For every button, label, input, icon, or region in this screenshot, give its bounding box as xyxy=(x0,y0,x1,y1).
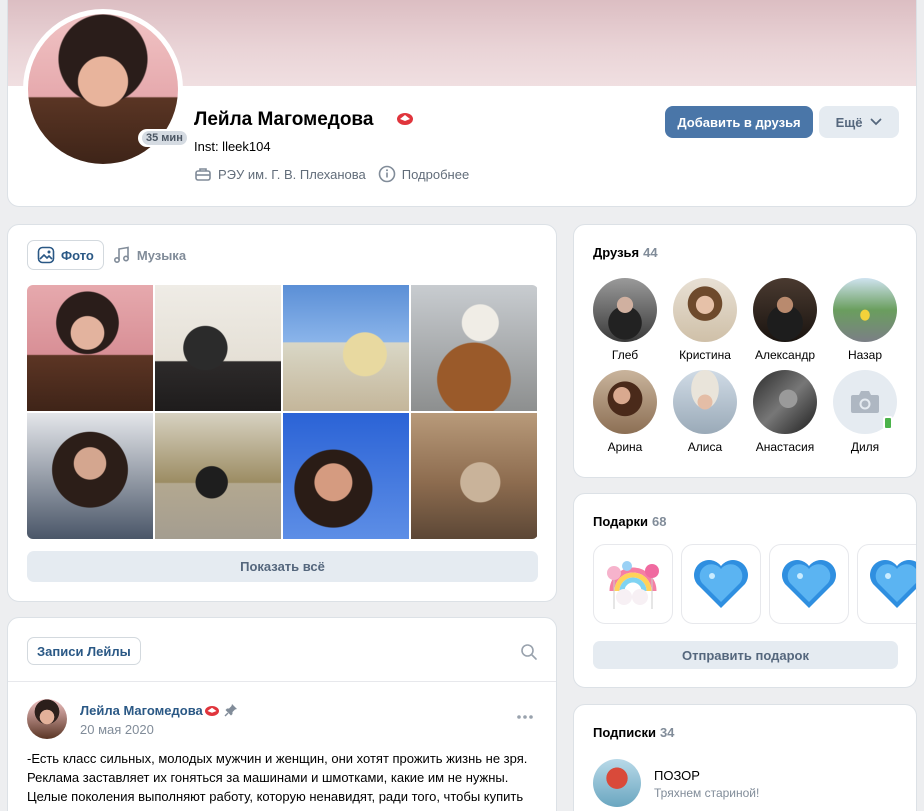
gifts-title[interactable]: Подарки 68 xyxy=(593,514,667,529)
gift-item[interactable] xyxy=(593,544,673,624)
friend-name: Арина xyxy=(607,440,643,454)
blue-heart-gift-icon xyxy=(782,560,836,608)
tab-photos[interactable]: Фото xyxy=(27,240,104,270)
friend-name: Диля xyxy=(850,440,880,454)
more-horizontal-icon[interactable] xyxy=(516,714,534,720)
subscriptions-title-label: Подписки xyxy=(593,725,656,740)
tab-music[interactable]: Музыка xyxy=(104,240,195,270)
gifts-count: 68 xyxy=(652,514,667,529)
friend-name: Назар xyxy=(847,348,883,362)
friend-item[interactable]: Александр xyxy=(753,278,817,362)
details-link[interactable]: Подробнее xyxy=(378,165,469,183)
friend-item[interactable]: Арина xyxy=(593,370,657,454)
tab-wall-posts[interactable]: Записи Лейлы xyxy=(27,637,141,665)
photo-thumbnail[interactable] xyxy=(27,285,153,411)
photo-thumbnail[interactable] xyxy=(155,413,281,539)
friend-avatar[interactable] xyxy=(753,370,817,434)
subscriptions-block: Подписки 34 ПОЗОР Тряхнем стариной! xyxy=(573,704,917,811)
gifts-title-label: Подарки xyxy=(593,514,649,529)
rainbow-balloons-gift-icon xyxy=(607,561,659,609)
friends-title-label: Друзья xyxy=(593,245,640,260)
mobile-online-indicator xyxy=(883,416,893,430)
photo-thumbnail[interactable] xyxy=(283,413,409,539)
subscriptions-count: 34 xyxy=(659,725,675,740)
friends-count: 44 xyxy=(643,245,658,260)
divider xyxy=(8,681,556,682)
subscription-description: Тряхнем стариной! xyxy=(654,786,760,800)
info-icon xyxy=(378,165,396,183)
gift-item[interactable] xyxy=(769,544,849,624)
friend-item[interactable]: Диля xyxy=(833,370,897,454)
blue-heart-gift-icon xyxy=(694,560,748,608)
university-item[interactable]: РЭУ им. Г. В. Плеханова xyxy=(194,166,366,182)
friend-avatar[interactable] xyxy=(673,278,737,342)
media-tabs: Фото Музыка xyxy=(27,240,195,270)
subscriptions-title[interactable]: Подписки 34 xyxy=(593,725,674,740)
pin-icon xyxy=(224,704,237,717)
wall-block: Записи Лейлы Лейла Магомедова 20 мая 202… xyxy=(7,617,557,811)
tab-music-label: Музыка xyxy=(136,247,187,263)
friends-title[interactable]: Друзья 44 xyxy=(593,245,658,260)
details-label: Подробнее xyxy=(401,166,470,182)
post-text: -Есть класс сильных, молодых мужчин и же… xyxy=(27,751,528,811)
photo-grid xyxy=(27,285,538,539)
search-icon[interactable] xyxy=(520,643,538,661)
gifts-block: Подарки 68 Отправить подарок xyxy=(573,493,917,688)
profile-info-row: РЭУ им. Г. В. Плеханова Подробнее xyxy=(194,165,481,183)
friend-name: Глеб xyxy=(611,348,639,362)
more-button-label: Ещё xyxy=(835,114,863,130)
friend-avatar[interactable] xyxy=(833,278,897,342)
subscription-name[interactable]: ПОЗОР xyxy=(654,768,700,783)
send-gift-button[interactable]: Отправить подарок xyxy=(593,641,898,669)
post-date[interactable]: 20 мая 2020 xyxy=(80,722,154,737)
tab-photos-label: Фото xyxy=(61,247,94,263)
friend-avatar[interactable] xyxy=(593,278,657,342)
friend-name: Анастасия xyxy=(755,440,815,454)
profile-status: Inst: lleek104 xyxy=(194,139,271,154)
blue-heart-gift-icon xyxy=(870,560,916,608)
online-status-text: 35 мин xyxy=(142,131,187,145)
university-label: РЭУ им. Г. В. Плеханова xyxy=(218,166,366,182)
friends-grid: Глеб Кристина Александр Назар Арина Алис… xyxy=(593,278,897,454)
spartak-emoji-icon xyxy=(205,706,219,716)
friend-name: Алиса xyxy=(687,440,723,454)
friend-item[interactable]: Анастасия xyxy=(753,370,817,454)
gifts-row xyxy=(593,544,916,624)
friends-block: Друзья 44 Глеб Кристина Александр Назар А… xyxy=(573,224,917,478)
post-author-name[interactable]: Лейла Магомедова xyxy=(80,703,203,718)
spartak-emoji-icon xyxy=(397,113,413,125)
image-icon xyxy=(37,246,55,264)
photo-thumbnail[interactable] xyxy=(27,413,153,539)
photo-thumbnail[interactable] xyxy=(283,285,409,411)
education-icon xyxy=(195,168,211,181)
friend-item[interactable]: Алиса xyxy=(673,370,737,454)
chevron-down-icon xyxy=(871,118,882,126)
gift-item[interactable] xyxy=(681,544,761,624)
friend-name: Кристина xyxy=(679,348,731,362)
friend-avatar[interactable] xyxy=(673,370,737,434)
photo-thumbnail[interactable] xyxy=(155,285,281,411)
add-friend-button[interactable]: Добавить в друзья xyxy=(665,106,813,138)
show-all-photos-button[interactable]: Показать всё xyxy=(27,551,538,582)
friend-item[interactable]: Глеб xyxy=(593,278,657,362)
photo-thumbnail[interactable] xyxy=(411,285,537,411)
friend-item[interactable]: Назар xyxy=(833,278,897,362)
friend-name: Александр xyxy=(754,348,816,362)
subscription-avatar[interactable] xyxy=(593,759,641,807)
friend-avatar[interactable] xyxy=(753,278,817,342)
friend-avatar[interactable] xyxy=(593,370,657,434)
more-button[interactable]: Ещё xyxy=(819,106,899,138)
profile-header: 35 мин Лейла Магомедова Inst: lleek104 Р… xyxy=(7,0,917,207)
music-icon xyxy=(113,246,129,264)
photos-block: Фото Музыка Показать всё xyxy=(7,224,557,602)
photo-thumbnail[interactable] xyxy=(411,413,537,539)
online-status-badge: 35 мин xyxy=(138,129,191,147)
gift-item[interactable] xyxy=(857,544,916,624)
camera-icon xyxy=(851,391,879,413)
profile-name: Лейла Магомедова xyxy=(194,109,374,130)
post-author-avatar[interactable] xyxy=(27,699,67,739)
friend-item[interactable]: Кристина xyxy=(673,278,737,362)
